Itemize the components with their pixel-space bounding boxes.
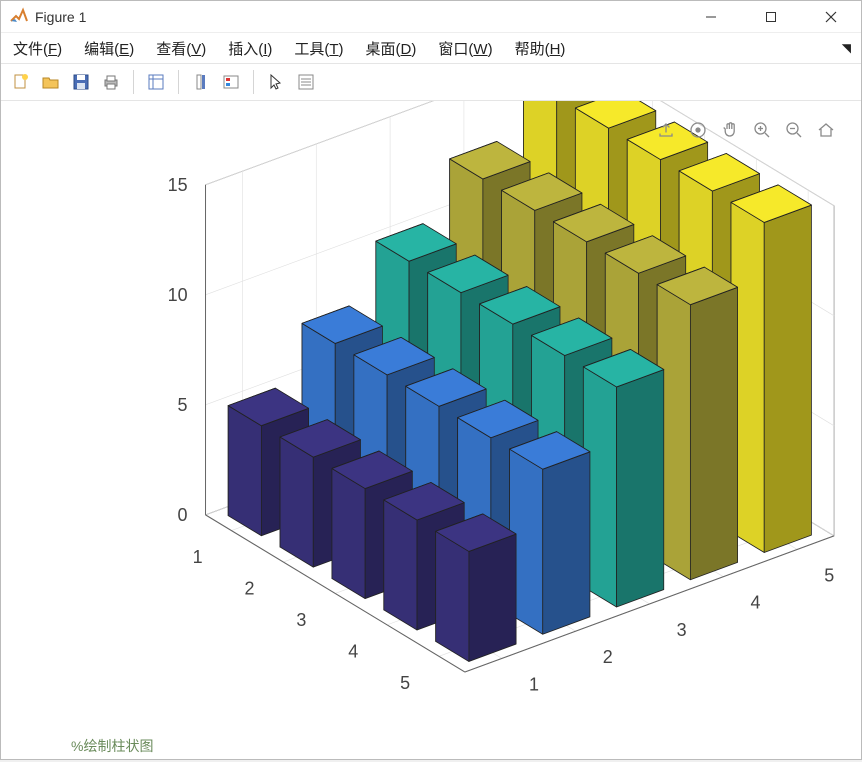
menu-file[interactable]: 文件(F) — [9, 36, 66, 61]
svg-text:4: 4 — [348, 640, 358, 662]
toolbar-separator — [133, 70, 134, 94]
svg-text:5: 5 — [400, 671, 410, 693]
svg-text:3: 3 — [296, 609, 306, 631]
open-button[interactable] — [37, 68, 65, 96]
rotate-icon[interactable] — [685, 117, 711, 143]
colorbar-button[interactable] — [187, 68, 215, 96]
menu-help[interactable]: 帮助(H) — [511, 36, 570, 61]
svg-text:1: 1 — [529, 673, 539, 695]
menu-window[interactable]: 窗口(W) — [434, 36, 496, 61]
menu-overflow-icon[interactable]: ◥ — [842, 41, 851, 55]
menubar: 文件(F) 编辑(E) 查看(V) 插入(I) 工具(T) 桌面(D) 窗口(W… — [1, 33, 861, 63]
menu-tools[interactable]: 工具(T) — [290, 36, 347, 61]
svg-text:4: 4 — [750, 591, 760, 613]
export-icon[interactable] — [653, 117, 679, 143]
svg-text:0: 0 — [178, 504, 188, 526]
svg-text:1: 1 — [193, 546, 203, 568]
zoom-in-icon[interactable] — [749, 117, 775, 143]
svg-text:15: 15 — [168, 174, 188, 196]
svg-text:5: 5 — [824, 564, 834, 586]
menu-view[interactable]: 查看(V) — [152, 36, 210, 61]
bar3-plot[interactable]: 0 5 10 15 1 2 3 4 5 1 2 3 4 5 — [1, 101, 861, 759]
axes-toolbar — [653, 117, 839, 143]
partial-text: %绘制柱状图 — [71, 736, 153, 756]
home-icon[interactable] — [813, 117, 839, 143]
menu-insert[interactable]: 插入(I) — [224, 36, 276, 61]
print-button[interactable] — [97, 68, 125, 96]
svg-text:2: 2 — [603, 646, 613, 668]
pan-icon[interactable] — [717, 117, 743, 143]
menu-edit[interactable]: 编辑(E) — [80, 36, 138, 61]
maximize-button[interactable] — [741, 1, 801, 33]
svg-text:3: 3 — [677, 618, 687, 640]
close-button[interactable] — [801, 1, 861, 33]
properties-button[interactable] — [292, 68, 320, 96]
link-button[interactable] — [142, 68, 170, 96]
toolbar-separator — [253, 70, 254, 94]
toolbar-separator — [178, 70, 179, 94]
zoom-out-icon[interactable] — [781, 117, 807, 143]
axes-area: 0 5 10 15 1 2 3 4 5 1 2 3 4 5 %绘制柱状图 — [1, 101, 861, 759]
figure-window: Figure 1 文件(F) 编辑(E) 查看(V) 插入(I) 工具(T) 桌… — [0, 0, 862, 760]
legend-button[interactable] — [217, 68, 245, 96]
new-button[interactable] — [7, 68, 35, 96]
matlab-icon — [9, 7, 29, 27]
svg-text:2: 2 — [245, 577, 255, 599]
pointer-button[interactable] — [262, 68, 290, 96]
menu-desktop[interactable]: 桌面(D) — [362, 36, 421, 61]
save-button[interactable] — [67, 68, 95, 96]
toolbar — [1, 63, 861, 101]
svg-text:10: 10 — [168, 284, 188, 306]
titlebar: Figure 1 — [1, 1, 861, 33]
minimize-button[interactable] — [681, 1, 741, 33]
window-title: Figure 1 — [35, 9, 86, 25]
svg-text:5: 5 — [178, 394, 188, 416]
